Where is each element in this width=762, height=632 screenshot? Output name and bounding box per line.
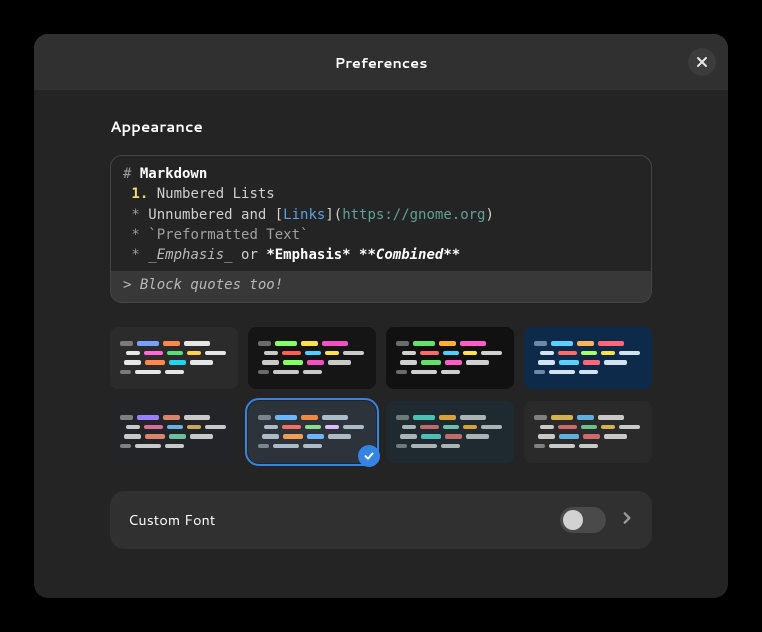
custom-font-controls [560,507,634,533]
bullet-marker: * [123,207,148,223]
custom-font-label: Custom Font [128,509,215,530]
preview-body: # Markdown 1. Numbered Lists * Unnumbere… [111,156,651,271]
link-text: Links [283,207,325,223]
heading-text: Markdown [140,166,207,182]
titlebar: Preferences [34,34,728,90]
theme-swatch[interactable] [110,327,238,389]
custom-font-switch[interactable] [560,507,606,533]
markdown-preview: # Markdown 1. Numbered Lists * Unnumbere… [110,155,652,303]
theme-swatch[interactable] [386,401,514,463]
bullet-marker-2: * [123,227,148,243]
numlist-marker: 1. [123,186,148,202]
close-button[interactable] [688,48,716,76]
theme-swatch[interactable] [248,327,376,389]
preformatted-text: `Preformatted Text` [148,227,308,243]
numlist-text: Numbered Lists [148,186,274,202]
content-area: Appearance # Markdown 1. Numbered Lists … [34,90,728,573]
bullet-marker-3: * [123,247,148,263]
close-icon [696,51,708,74]
section-title: Appearance [110,116,652,137]
theme-swatch[interactable] [524,401,652,463]
link-mid: ]( [325,207,342,223]
heading-marker: # [123,166,140,182]
theme-grid [110,327,652,463]
emphasis-1: _Emphasis_ [148,247,232,263]
window-title: Preferences [335,52,428,73]
preferences-window: Preferences Appearance # Markdown 1. Num… [34,34,728,598]
theme-swatch[interactable] [386,327,514,389]
theme-swatch[interactable] [248,401,376,463]
chevron-right-icon [620,508,634,531]
emphasis-or: or [233,247,267,263]
emphasis-2: *Emphasis* [266,247,350,263]
emphasis-space [351,247,359,263]
blockquote-line: > Block quotes too! [111,271,651,301]
custom-font-row[interactable]: Custom Font [110,491,652,549]
emphasis-3: **Combined** [359,247,460,263]
theme-swatch[interactable] [110,401,238,463]
link-bracket-open: [ [275,207,283,223]
check-icon [358,445,380,467]
unnum-text: Unnumbered and [148,207,274,223]
switch-knob [563,510,583,530]
theme-swatch[interactable] [524,327,652,389]
link-bracket-close: ) [485,207,493,223]
link-url: https://gnome.org [342,207,485,223]
